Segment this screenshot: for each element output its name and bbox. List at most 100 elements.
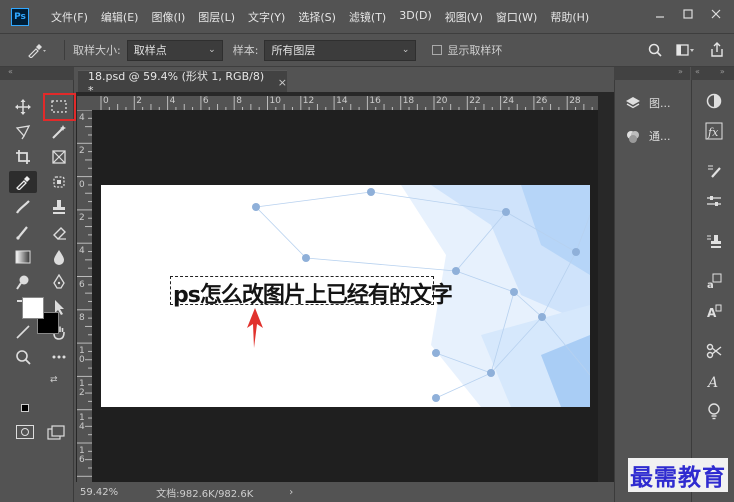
zoom-level[interactable]: 59.42% [80, 487, 118, 498]
properties-sliders-icon[interactable] [692, 186, 734, 216]
move-tool-icon[interactable] [9, 96, 37, 118]
object-selection-tool-icon[interactable] [46, 171, 74, 193]
show-sampling-ring-checkbox[interactable]: 显示取样环 [432, 42, 508, 58]
sample-size-label: 取样大小: [73, 44, 121, 57]
eyedropper-preset-icon[interactable] [26, 42, 56, 58]
collapse-right-icon: » [719, 67, 725, 76]
more-tools-icon[interactable] [46, 346, 74, 368]
glyphs-icon[interactable]: A [692, 366, 734, 396]
learn-lightbulb-icon[interactable] [692, 396, 734, 426]
line-tool-icon[interactable] [9, 321, 37, 343]
close-tab-icon[interactable]: × [278, 76, 287, 89]
paths-scissors-icon[interactable] [692, 336, 734, 366]
adjustments-icon[interactable] [692, 86, 734, 116]
eraser-tool-icon[interactable] [46, 221, 74, 243]
sample-select[interactable]: 所有图层 ⌄ [264, 39, 417, 61]
screen-mode-icon[interactable] [47, 425, 67, 444]
ruler-origin[interactable] [77, 96, 92, 110]
lasso-tool-icon[interactable] [9, 121, 37, 143]
panel2-collapse-strip[interactable]: «» [691, 67, 734, 80]
menu-select[interactable]: 选择(S) [298, 9, 336, 25]
ruler-label: 1 6 [79, 446, 85, 465]
paragraph-styles-icon[interactable]: A [692, 296, 734, 326]
toolbar-collapse-strip[interactable]: « [0, 67, 74, 80]
menu-type[interactable]: 文字(Y) [248, 9, 285, 25]
ruler-label: 18 [402, 96, 415, 106]
ruler-label: 26 [535, 96, 548, 106]
menu-image[interactable]: 图像(I) [151, 9, 185, 25]
foreground-color-swatch[interactable] [22, 297, 44, 319]
eyedropper-tool-icon[interactable] [9, 170, 37, 193]
checkbox[interactable] [432, 45, 443, 55]
ruler-label: 24 [502, 96, 515, 106]
panel-collapse-strip[interactable]: » [614, 67, 690, 80]
menu-edit[interactable]: 编辑(E) [101, 9, 139, 25]
ruler-label: 2 [79, 212, 85, 223]
default-colors-icon[interactable] [21, 404, 29, 412]
ruler-vertical[interactable]: 4 2 0 2 4 6 8 1 0 1 2 1 4 1 6 [77, 110, 92, 482]
menu-window[interactable]: 窗口(W) [496, 9, 537, 25]
svg-text:A: A [706, 375, 718, 389]
share-icon[interactable] [710, 42, 724, 62]
document-size: 文档:982.6K/982.6K [156, 488, 254, 500]
ruler-label: 1 0 [79, 346, 85, 366]
channels-icon [627, 130, 639, 143]
options-bar: 取样大小: 取样点 ⌄ 样本: 所有图层 ⌄ 显示取样环 [0, 33, 734, 67]
status-menu-arrow[interactable]: › [289, 487, 293, 498]
canvas[interactable]: ps怎么改图片上已经有的文字 [101, 185, 590, 407]
menu-items: 文件(F) 编辑(E) 图像(I) 图层(L) 文字(Y) 选择(S) 滤镜(T… [51, 9, 602, 25]
styles-fx-icon[interactable]: fx [692, 116, 734, 146]
ruler-label: 0 [103, 96, 109, 106]
maximize-icon[interactable] [674, 4, 702, 24]
zoom-tool-icon[interactable] [9, 346, 37, 368]
panel-dock: 图... 通... [614, 80, 690, 502]
clone-stamp-tool-icon[interactable] [46, 196, 74, 218]
ruler-label: 8 [236, 96, 242, 106]
ruler-label: 16 [369, 96, 381, 106]
clone-source-icon[interactable] [692, 226, 734, 256]
menu-3d[interactable]: 3D(D) [399, 9, 432, 25]
collapse-left-icon: « [8, 67, 13, 76]
rectangular-marquee-tool-icon[interactable] [42, 92, 76, 121]
sample-label: 样本: [232, 44, 259, 57]
ruler-label: 12 [302, 96, 315, 106]
minimize-icon[interactable] [646, 4, 674, 24]
channels-panel-button[interactable]: 通... [615, 119, 690, 152]
ruler-horizontal[interactable]: 024681012141618202224262830 [92, 96, 598, 110]
ruler-label: 20 [436, 96, 448, 106]
document-tab[interactable]: 18.psd @ 59.4% (形状 1, RGB/8) * × [78, 70, 287, 97]
ruler-label: 6 [79, 279, 85, 290]
quick-mask-icon[interactable] [16, 425, 34, 439]
close-icon[interactable] [702, 4, 730, 24]
brush-settings-icon[interactable] [692, 156, 734, 186]
layers-panel-button[interactable]: 图... [615, 86, 690, 119]
swap-colors-icon[interactable]: ⇄ [50, 375, 58, 385]
ruler-label: 2 [79, 146, 85, 157]
menu-filter[interactable]: 滤镜(T) [349, 9, 386, 25]
search-icon[interactable] [648, 43, 662, 61]
menu-layer[interactable]: 图层(L) [198, 9, 235, 25]
menu-file[interactable]: 文件(F) [51, 9, 88, 25]
collapse-right-icon: » [678, 67, 683, 76]
pen-tool-icon[interactable] [46, 271, 74, 293]
site-watermark: 最需教育 [628, 458, 728, 492]
ruler-label: 22 [469, 96, 481, 106]
crop-tool-icon[interactable] [9, 146, 37, 168]
spot-healing-brush-icon[interactable] [9, 196, 37, 218]
brush-tool-icon[interactable] [9, 221, 37, 243]
character-styles-icon[interactable]: a [692, 266, 734, 296]
gradient-tool-icon[interactable] [9, 246, 37, 268]
svg-text:fx: fx [707, 126, 719, 139]
frame-tool-icon[interactable] [46, 146, 74, 168]
magic-wand-tool-icon[interactable] [46, 121, 74, 143]
workspace-icon[interactable] [676, 43, 696, 61]
sample-size-select[interactable]: 取样点 ⌄ [126, 39, 223, 61]
dodge-tool-icon[interactable] [9, 271, 37, 293]
collapse-left-icon: « [695, 67, 700, 76]
menu-help[interactable]: 帮助(H) [550, 9, 589, 25]
canvas-headline-text[interactable]: ps怎么改图片上已经有的文字 [173, 277, 453, 309]
layers-icon [626, 96, 640, 108]
red-arrow-annotation [247, 308, 263, 348]
blur-tool-icon[interactable] [46, 246, 74, 268]
menu-view[interactable]: 视图(V) [445, 9, 483, 25]
